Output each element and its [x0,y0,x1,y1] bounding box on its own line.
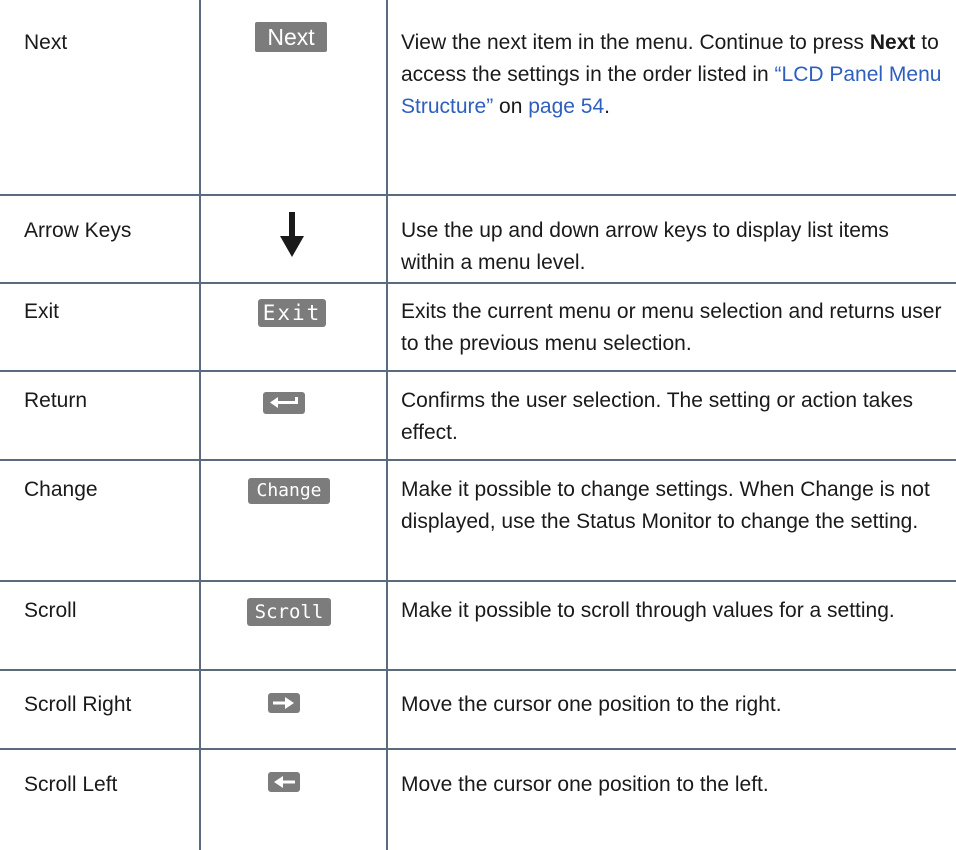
row-divider [0,282,956,284]
key-name-scroll: Scroll [24,599,77,622]
key-name-scroll-left: Scroll Left [24,773,118,796]
next-key-label: Next [255,22,327,52]
key-name-next: Next [24,31,68,54]
desc-next-bold: Next [869,31,916,54]
desc-scroll-right: Move the cursor one position to the righ… [401,693,782,716]
row-divider [0,459,956,461]
exit-key: Exit [258,299,326,327]
key-name-return: Return [24,389,88,412]
column-divider [199,0,201,850]
lcd-key-table: Next Next View the next item in the menu… [0,0,956,850]
return-key-icon [263,392,305,419]
desc-exit: Exits the current menu or menu selection… [401,300,942,355]
key-name-arrow-keys: Arrow Keys [24,219,132,242]
scroll-right-key-icon [268,693,300,718]
desc-change: Make it possible to change settings. Whe… [401,478,930,533]
next-key: Next [255,22,327,52]
desc-next-text: on [493,95,529,118]
scroll-key-label: Scroll [247,598,331,626]
key-name-exit: Exit [24,300,60,323]
down-arrow-icon [280,212,304,263]
desc-next: View the next item in the menu. Continue… [401,27,946,123]
desc-return: Confirms the user selection. The setting… [401,389,914,444]
column-divider [386,0,388,850]
key-name-scroll-right: Scroll Right [24,693,132,716]
exit-key-label: Exit [258,299,326,327]
row-divider [0,669,956,671]
desc-arrow-keys: Use the up and down arrow keys to displa… [401,219,889,274]
row-divider [0,748,956,750]
row-divider [0,194,956,196]
scroll-left-key-icon [268,772,300,797]
desc-next-text: View the next item in the menu. Continue… [401,31,870,54]
desc-scroll: Make it possible to scroll through value… [401,599,895,622]
desc-next-text: . [604,95,610,118]
row-divider [0,370,956,372]
row-divider [0,580,956,582]
desc-scroll-left: Move the cursor one position to the left… [401,773,769,796]
change-key: Change [248,478,330,504]
key-name-change: Change [24,478,98,501]
scroll-key: Scroll [247,598,331,626]
change-key-label: Change [248,478,330,504]
page-54-link[interactable]: page 54 [528,95,604,118]
